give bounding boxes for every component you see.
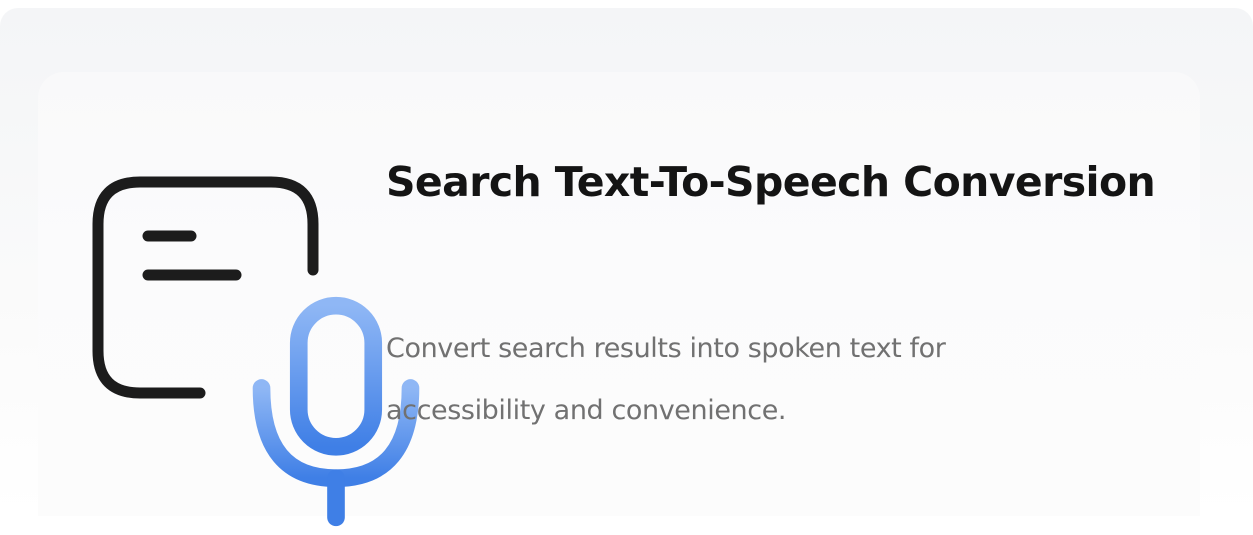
feature-title: Search Text-To-Speech Conversion — [386, 158, 1156, 206]
feature-description: Convert search results into spoken text … — [386, 333, 946, 426]
document-microphone-icon — [88, 170, 420, 527]
